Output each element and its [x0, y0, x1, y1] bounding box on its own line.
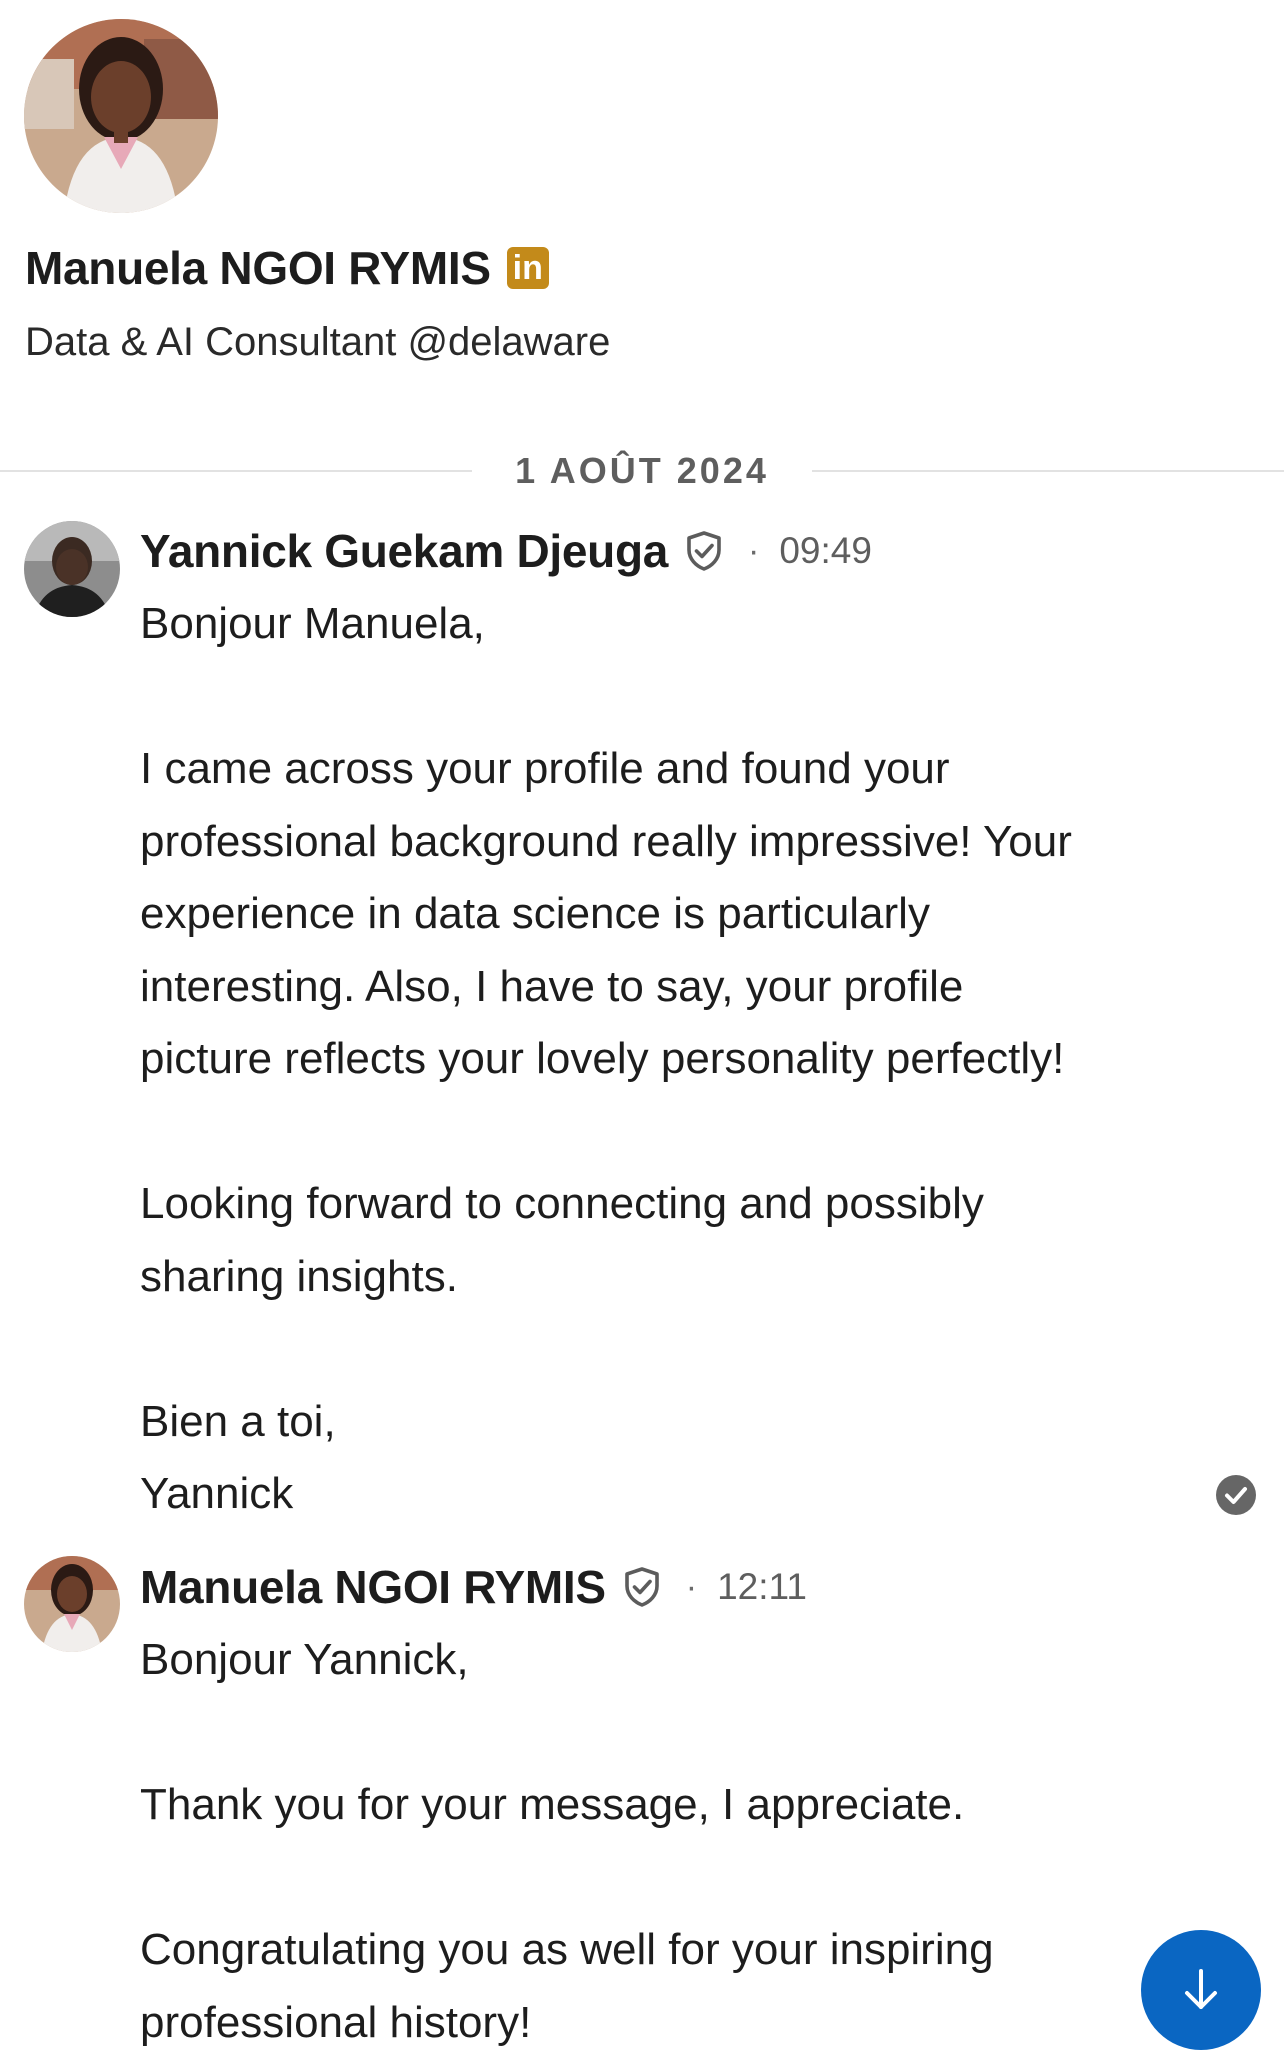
message-paragraph: Congratulating you as well for your insp… [140, 1925, 994, 2047]
scroll-to-bottom-button[interactable] [1141, 1930, 1261, 2050]
profile-name-row: Manuela NGOI RYMIS in [25, 238, 549, 298]
divider-line-right [812, 470, 1284, 472]
separator-dot: · [748, 531, 760, 570]
sender-avatar[interactable] [24, 1556, 120, 1652]
profile-avatar[interactable] [24, 19, 218, 213]
date-label: 1 AOÛT 2024 [515, 450, 769, 491]
sender-name[interactable]: Yannick Guekam Djeuga [140, 524, 668, 578]
message-header: Yannick Guekam Djeuga · 09:49 [140, 520, 872, 582]
message-paragraph: Thank you for your message, I appreciate… [140, 1780, 965, 1829]
message-paragraph: Looking forward to connecting and possib… [140, 1179, 984, 1301]
separator-dot: · [685, 1567, 698, 1606]
message-body: Bonjour Yannick, Thank you for your mess… [140, 1624, 1220, 2059]
profile-headline: Data & AI Consultant @delaware [25, 320, 611, 364]
verified-shield-icon [682, 529, 726, 573]
linkedin-premium-icon: in [506, 247, 549, 289]
check-circle-icon [1215, 1474, 1257, 1516]
message-paragraph: Bonjour Yannick, [140, 1635, 469, 1684]
message-body: Bonjour Manuela, I came across your prof… [140, 588, 1220, 1531]
message-time: 12:11 [717, 1566, 807, 1607]
divider-line-left [0, 470, 472, 472]
profile-name[interactable]: Manuela NGOI RYMIS [25, 241, 491, 295]
message-paragraph: Bonjour Manuela, [140, 599, 485, 648]
message-paragraph: I came across your profile and found you… [140, 744, 1072, 1083]
verified-shield-icon [620, 1565, 664, 1609]
sender-name[interactable]: Manuela NGOI RYMIS [140, 1560, 606, 1614]
message-time: 09:49 [779, 530, 872, 571]
date-divider: 1 AOÛT 2024 [0, 446, 1284, 496]
arrow-down-icon [1185, 1969, 1217, 2009]
message-header: Manuela NGOI RYMIS · 12:11 [140, 1556, 807, 1618]
message-paragraph: Bien a toi, Yannick [140, 1396, 336, 1519]
sender-avatar[interactable] [24, 521, 120, 617]
